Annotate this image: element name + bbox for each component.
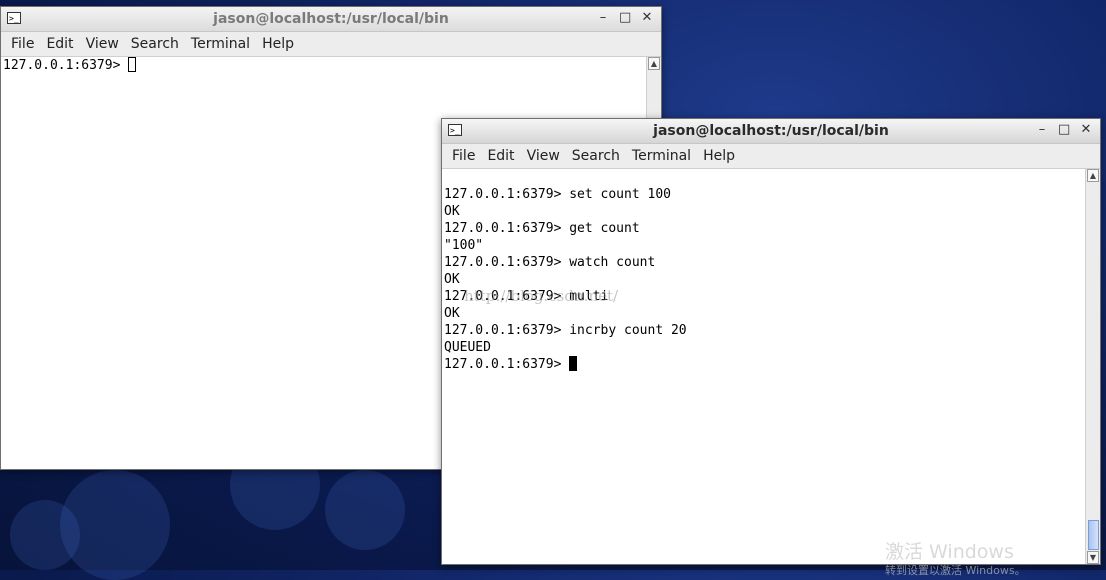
- arrow-up-icon[interactable]: ▲: [1087, 169, 1099, 182]
- prompt-text: 127.0.0.1:6379>: [444, 357, 570, 372]
- arrow-down-icon[interactable]: ▼: [1087, 551, 1099, 564]
- menu-help[interactable]: Help: [256, 36, 300, 52]
- terminal-window-front[interactable]: >_ jason@localhost:/usr/local/bin – □ ✕ …: [441, 118, 1101, 565]
- minimize-icon[interactable]: –: [1036, 122, 1048, 138]
- maximize-icon[interactable]: □: [1058, 122, 1070, 138]
- menu-file[interactable]: File: [446, 148, 481, 164]
- menu-help[interactable]: Help: [697, 148, 741, 164]
- menu-search[interactable]: Search: [125, 36, 185, 52]
- menu-search[interactable]: Search: [566, 148, 626, 164]
- minimize-icon[interactable]: –: [597, 10, 609, 26]
- prompt-line: 127.0.0.1:6379>: [3, 58, 129, 73]
- titlebar[interactable]: >_ jason@localhost:/usr/local/bin – □ ✕: [442, 119, 1100, 144]
- maximize-icon[interactable]: □: [619, 10, 631, 26]
- menu-terminal[interactable]: Terminal: [185, 36, 256, 52]
- text-cursor: [569, 356, 578, 371]
- menu-view[interactable]: View: [80, 36, 125, 52]
- terminal-line: QUEUED: [444, 340, 491, 355]
- activate-windows-text: 激活 Windows: [885, 541, 1014, 563]
- scrollbar-thumb[interactable]: [1088, 520, 1099, 550]
- blog-watermark: http://blog.csdn.net/: [464, 287, 619, 305]
- terminal-line: OK: [444, 204, 460, 219]
- arrow-up-icon[interactable]: ▲: [648, 57, 660, 70]
- terminal-line: 127.0.0.1:6379> watch count: [444, 255, 656, 270]
- close-icon[interactable]: ✕: [641, 10, 653, 26]
- terminal-line: OK: [444, 306, 460, 321]
- window-title: jason@localhost:/usr/local/bin: [653, 123, 889, 139]
- scrollbar[interactable]: ▲ ▼: [1085, 169, 1100, 564]
- menu-terminal[interactable]: Terminal: [626, 148, 697, 164]
- titlebar[interactable]: >_ jason@localhost:/usr/local/bin – □ ✕: [1, 7, 661, 32]
- menubar: File Edit View Search Terminal Help: [442, 144, 1100, 169]
- terminal-line: 127.0.0.1:6379> get count: [444, 221, 640, 236]
- terminal-line: "100": [444, 238, 484, 253]
- terminal-line: OK: [444, 272, 460, 287]
- terminal-output[interactable]: 127.0.0.1:6379> set count 100 OK 127.0.0.1…: [442, 169, 1086, 564]
- window-title: jason@localhost:/usr/local/bin: [213, 11, 449, 27]
- menu-file[interactable]: File: [5, 36, 40, 52]
- menu-edit[interactable]: Edit: [40, 36, 79, 52]
- menubar: File Edit View Search Terminal Help: [1, 32, 661, 57]
- desktop-bubble: [325, 470, 405, 550]
- activate-windows-subtext: 转到设置以激活 Windows。: [885, 564, 1026, 577]
- close-icon[interactable]: ✕: [1080, 122, 1092, 138]
- prompt-line: 127.0.0.1:6379>: [444, 356, 1086, 373]
- desktop-bubble: [10, 500, 80, 570]
- text-cursor: [128, 57, 137, 72]
- terminal-line: 127.0.0.1:6379> set count 100: [444, 187, 671, 202]
- terminal-line: 127.0.0.1:6379> incrby count 20: [444, 323, 687, 338]
- menu-view[interactable]: View: [521, 148, 566, 164]
- menu-edit[interactable]: Edit: [481, 148, 520, 164]
